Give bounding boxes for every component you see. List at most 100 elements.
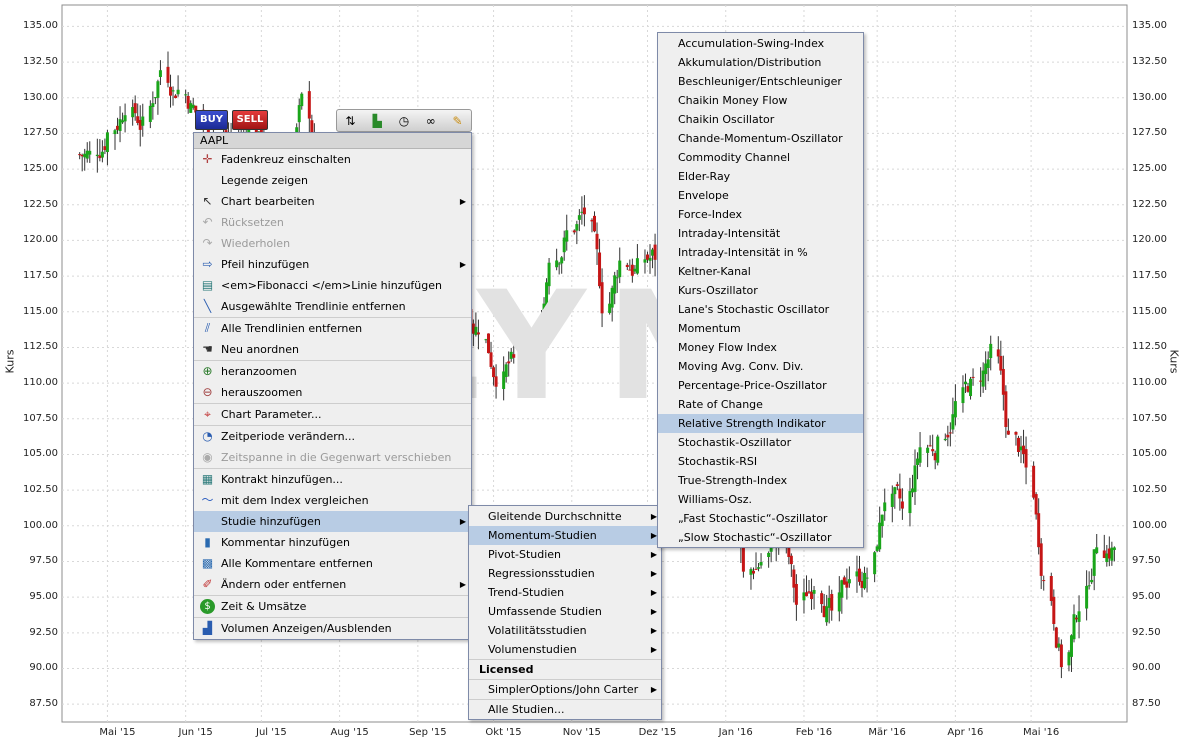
candle-body [297, 105, 301, 123]
time-period-icon: ◔ [202, 429, 213, 443]
clock-icon[interactable]: ◷ [395, 113, 413, 129]
y-tick-label: 122.50 [1132, 198, 1167, 210]
momentum-study-item[interactable]: Percentage-Price-Oszillator [658, 376, 863, 395]
buy-button[interactable]: BUY [195, 110, 228, 130]
trade-arrows-icon[interactable]: ⇅ [341, 113, 359, 129]
menu-item-legend[interactable]: Legende zeigen [194, 170, 471, 191]
menu-item-redo[interactable]: ↷ Wiederholen [194, 233, 471, 254]
menu-item-label: Ausgewählte Trendlinie entfernen [221, 300, 406, 313]
momentum-study-item[interactable]: Chaikin Oscillator [658, 110, 863, 129]
submenu-arrow-icon: ▶ [650, 685, 657, 694]
studies-item-label: Gleitende Durchschnitte [488, 510, 622, 523]
momentum-study-item[interactable]: Momentum [658, 319, 863, 338]
momentum-study-item[interactable]: Force-Index [658, 205, 863, 224]
momentum-study-item[interactable]: Moving Avg. Conv. Div. [658, 357, 863, 376]
menu-item-add-contract[interactable]: ▦ Kontrakt hinzufügen... [194, 468, 471, 490]
momentum-study-item[interactable]: Money Flow Index [658, 338, 863, 357]
zoom-out-icon: ⊖ [202, 385, 213, 399]
momentum-study-item[interactable]: Relative Strength Indikator [658, 414, 863, 433]
y-tick-label: 102.50 [1132, 484, 1167, 496]
momentum-study-item[interactable]: Akkumulation/Distribution [658, 53, 863, 72]
y-tick-label: 125.00 [1132, 163, 1167, 175]
studies-item[interactable]: Gleitende Durchschnitte ▶ [469, 507, 661, 526]
menu-item-add-study[interactable]: Studie hinzufügen ▶ [194, 511, 471, 532]
studies-item-label: Trend-Studien [488, 586, 565, 599]
x-tick-label: Jul '15 [256, 727, 287, 738]
candle-body [156, 81, 160, 98]
momentum-study-item[interactable]: „Slow Stochastic“-Oszillator [658, 528, 863, 547]
momentum-study-item[interactable]: Stochastik-RSI [658, 452, 863, 471]
momentum-study-item[interactable]: Keltner-Kanal [658, 262, 863, 281]
momentum-study-item[interactable]: Chaikin Money Flow [658, 91, 863, 110]
momentum-study-item[interactable]: Beschleuniger/Entschleuniger [658, 72, 863, 91]
menu-item-zoom-in[interactable]: ⊕ heranzoomen [194, 360, 471, 382]
menu-item-remove-trendline[interactable]: ╲ Ausgewählte Trendlinie entfernen [194, 296, 471, 317]
link-icon[interactable]: ∞ [422, 113, 440, 129]
y-tick-label: 117.50 [23, 270, 58, 282]
momentum-study-item[interactable]: True-Strength-Index [658, 471, 863, 490]
candle-body [184, 94, 188, 96]
momentum-study-item[interactable]: Stochastik-Oszillator [658, 433, 863, 452]
studies-item[interactable]: SimplerOptions/John Carter ▶ [469, 679, 661, 699]
studies-item[interactable]: Volatilitätsstudien ▶ [469, 621, 661, 640]
y-tick-label: 92.50 [29, 626, 58, 638]
candle-body [751, 570, 755, 574]
momentum-study-item[interactable]: Accumulation-Swing-Index [658, 34, 863, 53]
menu-item-compare-index[interactable]: 〜 mit dem Index vergleichen [194, 490, 471, 511]
menu-item-crosshair[interactable]: ✛ Fadenkreuz einschalten [194, 149, 471, 170]
candle-body [151, 103, 155, 108]
y-tick-label: 105.00 [23, 448, 58, 460]
studies-item[interactable]: Momentum-Studien ▶ [469, 526, 661, 545]
menu-item-edit-chart[interactable]: ↖ Chart bearbeiten ▶ [194, 191, 471, 212]
bar-chart-icon[interactable]: ▙ [368, 113, 386, 129]
menu-item-change-period[interactable]: ◔ Zeitperiode verändern... [194, 425, 471, 447]
y-tick-label: 135.00 [1132, 20, 1167, 32]
menu-item-rearrange[interactable]: ☚ Neu anordnen [194, 339, 471, 360]
studies-item[interactable]: Regressionsstudien ▶ [469, 564, 661, 583]
menu-item-fibonacci[interactable]: ▤ <em>Fibonacci </em>Linie hinzufügen [194, 275, 471, 296]
momentum-study-item[interactable]: Rate of Change [658, 395, 863, 414]
studies-item[interactable]: Trend-Studien ▶ [469, 583, 661, 602]
menu-item-shift-to-present[interactable]: ◉ Zeitspanne in die Gegenwart verschieben [194, 447, 471, 468]
candle-body [898, 488, 902, 499]
x-tick-label: Mai '15 [99, 727, 136, 738]
momentum-study-item[interactable]: „Fast Stochastic“-Oszillator [658, 509, 863, 528]
candle-body [1032, 465, 1036, 498]
momentum-study-item[interactable]: Intraday-Intensität [658, 224, 863, 243]
pointer-icon: ↖ [202, 194, 213, 208]
brush-icon[interactable]: ✎ [449, 113, 467, 129]
menu-item-remove-comments[interactable]: ▩ Alle Kommentare entfernen [194, 553, 471, 574]
candle-body [804, 592, 808, 597]
candle-body [918, 447, 922, 463]
momentum-study-item[interactable]: Intraday-Intensität in % [658, 243, 863, 262]
menu-item-zoom-out[interactable]: ⊖ herauszoomen [194, 382, 471, 403]
candle-body [986, 359, 990, 369]
momentum-study-item[interactable]: Williams-Osz. [658, 490, 863, 509]
menu-item-toggle-volume[interactable]: ▟ Volumen Anzeigen/Ausblenden [194, 617, 471, 639]
menu-item-add-comment[interactable]: ▮ Kommentar hinzufügen [194, 532, 471, 553]
redo-icon: ↷ [202, 236, 213, 250]
submenu-arrow-icon: ▶ [650, 645, 657, 654]
momentum-study-item[interactable]: Lane's Stochastic Oscillator [658, 300, 863, 319]
momentum-study-item[interactable]: Kurs-Oszillator [658, 281, 863, 300]
studies-item[interactable]: Umfassende Studien ▶ [469, 602, 661, 621]
sell-button[interactable]: SELL [232, 110, 268, 130]
menu-item-reset[interactable]: ↶ Rücksetzen [194, 212, 471, 233]
momentum-study-item[interactable]: Commodity Channel [658, 148, 863, 167]
candle-body [926, 447, 930, 453]
menu-item-chart-parameters[interactable]: ⌖ Chart Parameter... [194, 403, 471, 425]
studies-item[interactable]: Pivot-Studien ▶ [469, 545, 661, 564]
candle-body [1059, 644, 1063, 668]
undo-icon: ↶ [202, 215, 213, 229]
studies-item[interactable]: Volumenstudien ▶ [469, 640, 661, 659]
studies-item[interactable]: Alle Studien... [469, 699, 661, 719]
menu-item-remove-all-trendlines[interactable]: ⫽ Alle Trendlinien entfernen [194, 317, 471, 339]
submenu-arrow-icon: ▶ [650, 607, 657, 616]
menu-item-add-arrow[interactable]: ⇨ Pfeil hinzufügen ▶ [194, 254, 471, 275]
y-tick-label: 115.00 [1132, 305, 1167, 317]
momentum-study-item[interactable]: Chande-Momentum-Oszillator [658, 129, 863, 148]
momentum-study-item[interactable]: Envelope [658, 186, 863, 205]
momentum-study-item[interactable]: Elder-Ray [658, 167, 863, 186]
menu-item-time-sales[interactable]: $ Zeit & Umsätze [194, 595, 471, 617]
menu-item-modify-remove[interactable]: ✐ Ändern oder entfernen ▶ [194, 574, 471, 595]
